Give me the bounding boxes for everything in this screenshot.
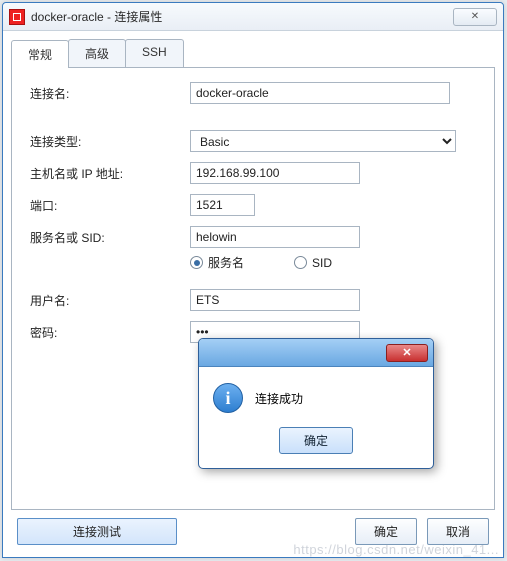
label-host: 主机名或 IP 地址: bbox=[30, 165, 190, 182]
info-icon: i bbox=[213, 383, 243, 413]
connection-type-select[interactable]: Basic bbox=[190, 130, 456, 152]
connection-name-input[interactable] bbox=[190, 82, 450, 104]
label-connection-type: 连接类型: bbox=[30, 133, 190, 150]
test-connection-button[interactable]: 连接测试 bbox=[17, 518, 177, 545]
label-password: 密码: bbox=[30, 324, 190, 341]
port-input[interactable] bbox=[190, 194, 255, 216]
tab-ssh[interactable]: SSH bbox=[125, 39, 184, 67]
tab-general[interactable]: 常规 bbox=[11, 40, 69, 68]
message-ok-button[interactable]: 确定 bbox=[279, 427, 353, 454]
message-dialog-titlebar[interactable]: ✕ bbox=[199, 339, 433, 367]
titlebar[interactable]: docker-oracle - 连接属性 ✕ bbox=[3, 3, 503, 31]
close-icon[interactable]: ✕ bbox=[386, 344, 428, 362]
tab-advanced[interactable]: 高级 bbox=[68, 39, 126, 67]
client-area: 常规 高级 SSH 连接名: 连接类型: Basic 主机名或 IP 地址: bbox=[3, 31, 503, 557]
radio-sid[interactable]: SID bbox=[294, 254, 332, 271]
message-dialog-footer: 确定 bbox=[199, 421, 433, 468]
label-service: 服务名或 SID: bbox=[30, 229, 190, 246]
label-connection-name: 连接名: bbox=[30, 85, 190, 102]
service-input[interactable] bbox=[190, 226, 360, 248]
radio-icon bbox=[190, 256, 203, 269]
label-username: 用户名: bbox=[30, 292, 190, 309]
message-text: 连接成功 bbox=[255, 390, 303, 407]
ok-button[interactable]: 确定 bbox=[355, 518, 417, 545]
tabstrip: 常规 高级 SSH bbox=[11, 39, 495, 68]
window-title: docker-oracle - 连接属性 bbox=[31, 8, 453, 25]
connection-properties-window: docker-oracle - 连接属性 ✕ 常规 高级 SSH 连接名: 连接… bbox=[2, 2, 504, 558]
cancel-button[interactable]: 取消 bbox=[427, 518, 489, 545]
radio-service-name[interactable]: 服务名 bbox=[190, 254, 244, 271]
radio-icon bbox=[294, 256, 307, 269]
host-input[interactable] bbox=[190, 162, 360, 184]
app-icon bbox=[9, 9, 25, 25]
radio-service-label: 服务名 bbox=[208, 254, 244, 271]
message-dialog-body: i 连接成功 bbox=[199, 367, 433, 421]
close-icon[interactable]: ✕ bbox=[453, 8, 497, 26]
message-dialog: ✕ i 连接成功 确定 bbox=[198, 338, 434, 469]
radio-sid-label: SID bbox=[312, 256, 332, 270]
label-port: 端口: bbox=[30, 197, 190, 214]
username-input[interactable] bbox=[190, 289, 360, 311]
dialog-footer: 连接测试 确定 取消 bbox=[11, 510, 495, 549]
